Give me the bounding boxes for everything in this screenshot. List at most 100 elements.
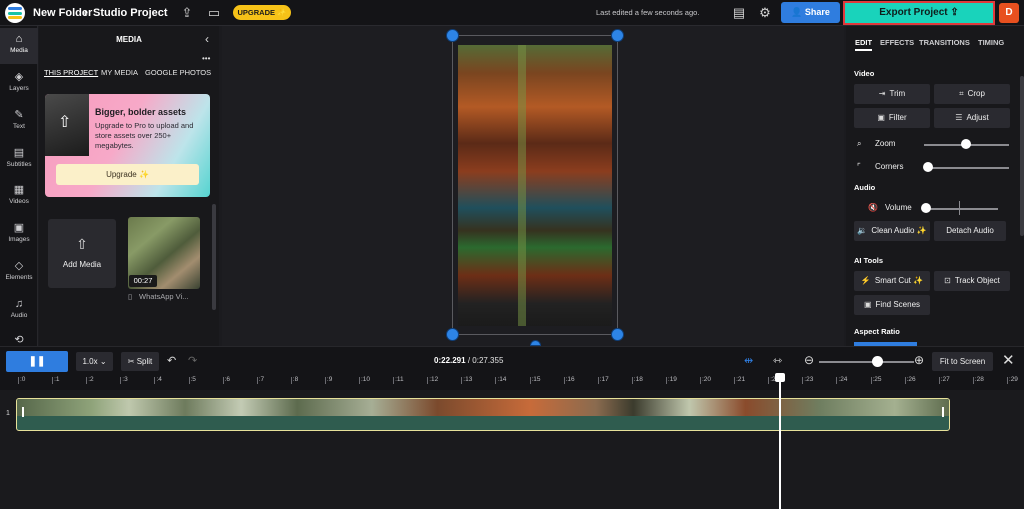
rail-item-images[interactable]: ▣ Images xyxy=(0,217,38,253)
ruler-tick: :12 xyxy=(427,376,439,384)
sliders-icon: ☰ xyxy=(955,113,963,122)
corners-slider-knob[interactable] xyxy=(923,162,933,172)
left-tool-rail: ⌂ Media ◈ Layers ✎ Text ▤ Subtitles ▦ Videos … xyxy=(0,26,38,346)
resize-handle-top-right[interactable] xyxy=(611,29,624,42)
media-scrollbar[interactable] xyxy=(212,204,216,310)
clip-trim-handle-left[interactable] xyxy=(22,407,24,417)
find-scenes-button[interactable]: ▣ Find Scenes xyxy=(854,295,930,315)
resize-handle-bottom-left[interactable] xyxy=(446,328,459,341)
loop-icon: ⟲ xyxy=(14,334,24,346)
upgrade-promo-card: ⇧ Bigger, bolder assets Upgrade to Pro t… xyxy=(45,94,210,197)
timeline-toolbar: ❚❚ 1.0x ⌄ ✂ Split ↶ ↷ 0:22.291 / 0:27.35… xyxy=(0,346,1024,374)
ruler-tick: :20 xyxy=(699,376,712,384)
close-icon[interactable]: ✕ xyxy=(1002,351,1015,369)
ruler-tick: :21 xyxy=(734,376,746,384)
redo-icon[interactable]: ↷ xyxy=(188,352,197,371)
more-options-icon[interactable]: ••• xyxy=(202,54,210,63)
current-time: 0:22.291 xyxy=(434,356,466,365)
music-note-icon: ♫ xyxy=(14,298,24,310)
rail-item-layers[interactable]: ◈ Layers xyxy=(0,66,38,102)
rail-item-videos[interactable]: ▦ Videos xyxy=(0,179,38,215)
ruler-tick: :1 xyxy=(51,376,60,384)
video-file-icon: ▯ xyxy=(128,292,133,301)
collapse-panel-icon[interactable]: ‹ xyxy=(205,32,209,46)
fit-width-icon[interactable]: ⇿ xyxy=(773,354,782,367)
zoom-label: Zoom xyxy=(875,139,896,148)
comment-icon[interactable]: ▤ xyxy=(731,5,747,21)
resize-handle-top-left[interactable] xyxy=(446,29,459,42)
trim-button[interactable]: ⇥ Trim xyxy=(854,84,930,104)
layers-icon: ◈ xyxy=(14,71,24,83)
subtitles-toggle-icon[interactable]: ▭ xyxy=(206,5,222,21)
crop-label: Crop xyxy=(967,89,985,98)
zoom-slider-knob[interactable] xyxy=(961,139,971,149)
selection-box[interactable] xyxy=(452,35,618,335)
split-label: Split xyxy=(136,357,153,366)
crop-icon: ⌗ xyxy=(959,89,964,98)
resize-handle-bottom-right[interactable] xyxy=(611,328,624,341)
timeline-zoom-slider[interactable] xyxy=(819,361,914,363)
chevron-down-icon: ⌄ xyxy=(99,357,107,366)
zoom-out-icon[interactable]: ⊖ xyxy=(804,353,814,367)
clean-audio-button[interactable]: 🔉 Clean Audio ✨ xyxy=(854,221,930,241)
clean-audio-label: Clean Audio ✨ xyxy=(871,226,927,235)
filter-button[interactable]: ▣ Filter xyxy=(854,108,930,128)
tab-transitions[interactable]: TRANSITIONS xyxy=(919,38,970,47)
video-track-clip[interactable] xyxy=(16,398,950,431)
rail-item-audio[interactable]: ♫ Audio xyxy=(0,293,38,329)
film-icon: ▦ xyxy=(13,184,25,196)
rail-item-subtitles[interactable]: ▤ Subtitles xyxy=(0,142,38,178)
playhead-handle[interactable] xyxy=(775,373,786,382)
undo-icon[interactable]: ↶ xyxy=(167,352,176,371)
ruler-tick: :24 xyxy=(836,376,848,384)
properties-scrollbar[interactable] xyxy=(1020,76,1024,236)
app-logo-icon[interactable] xyxy=(5,3,25,23)
share-button[interactable]: 👤 Share xyxy=(781,2,840,23)
playback-speed-select[interactable]: 1.0x ⌄ xyxy=(76,352,113,371)
pause-button[interactable]: ❚❚ xyxy=(6,351,68,372)
clip-trim-handle-right[interactable] xyxy=(942,407,944,417)
timeline-ruler[interactable]: :0:1:2:3:4:5:6:7:8:9:10:11:12:13:14:15:1… xyxy=(0,374,1024,390)
ruler-tick: :7 xyxy=(256,376,265,384)
rail-item-text[interactable]: ✎ Text xyxy=(0,104,38,140)
tab-this-project[interactable]: THIS PROJECT xyxy=(44,68,98,77)
rail-item-media[interactable]: ⌂ Media xyxy=(0,28,38,64)
scenes-icon: ▣ xyxy=(863,300,872,309)
playhead[interactable] xyxy=(779,374,782,509)
zoom-in-icon[interactable]: ⊕ xyxy=(914,353,924,367)
detach-audio-button[interactable]: Detach Audio xyxy=(934,221,1006,241)
rail-item-label: Media xyxy=(10,47,28,54)
rail-item-more[interactable]: ⟲ xyxy=(0,329,38,346)
adjust-button[interactable]: ☰ Adjust xyxy=(934,108,1010,128)
total-duration: 0:27.355 xyxy=(472,356,504,365)
last-edited-status: Last edited a few seconds ago. xyxy=(596,8,700,17)
volume-slider-knob[interactable] xyxy=(921,203,931,213)
tab-google-photos[interactable]: GOOGLE PHOTOS xyxy=(145,68,211,77)
add-media-button[interactable]: ⇧ Add Media xyxy=(48,219,116,288)
export-project-button[interactable]: Export Project ⇪ xyxy=(843,1,995,25)
tab-timing[interactable]: TIMING xyxy=(978,38,1004,47)
timeline-zoom-knob[interactable] xyxy=(872,356,884,367)
upgrade-button[interactable]: UPGRADE ✨ xyxy=(233,5,291,20)
tab-my-media[interactable]: MY MEDIA xyxy=(101,68,138,77)
split-button[interactable]: ✂ Split xyxy=(121,352,159,371)
ruler-tick: :16 xyxy=(563,376,575,384)
crop-button[interactable]: ⌗ Crop xyxy=(934,84,1010,104)
rail-item-elements[interactable]: ◇ Elements xyxy=(0,255,38,291)
user-avatar[interactable]: D xyxy=(999,3,1019,23)
add-media-label: Add Media xyxy=(62,260,102,269)
track-object-button[interactable]: ⊡ Track Object xyxy=(934,271,1010,291)
gear-icon[interactable]: ⚙ xyxy=(757,5,773,21)
smart-cut-button[interactable]: ⚡ Smart Cut ✨ xyxy=(854,271,930,291)
promo-upgrade-button[interactable]: Upgrade ✨ xyxy=(56,164,199,185)
snap-split-icon[interactable]: ⇹ xyxy=(744,354,753,367)
tab-effects[interactable]: EFFECTS xyxy=(880,38,914,47)
tab-edit[interactable]: EDIT xyxy=(855,38,873,51)
fit-to-screen-button[interactable]: Fit to Screen xyxy=(932,352,993,371)
corners-slider[interactable] xyxy=(924,167,1009,169)
project-name[interactable]: Studio Project xyxy=(93,7,168,19)
share-label: Share xyxy=(804,7,830,17)
upload-icon[interactable]: ⇪ xyxy=(179,5,195,21)
mute-icon[interactable]: 🔇 xyxy=(868,203,878,212)
volume-slider[interactable] xyxy=(924,208,998,210)
